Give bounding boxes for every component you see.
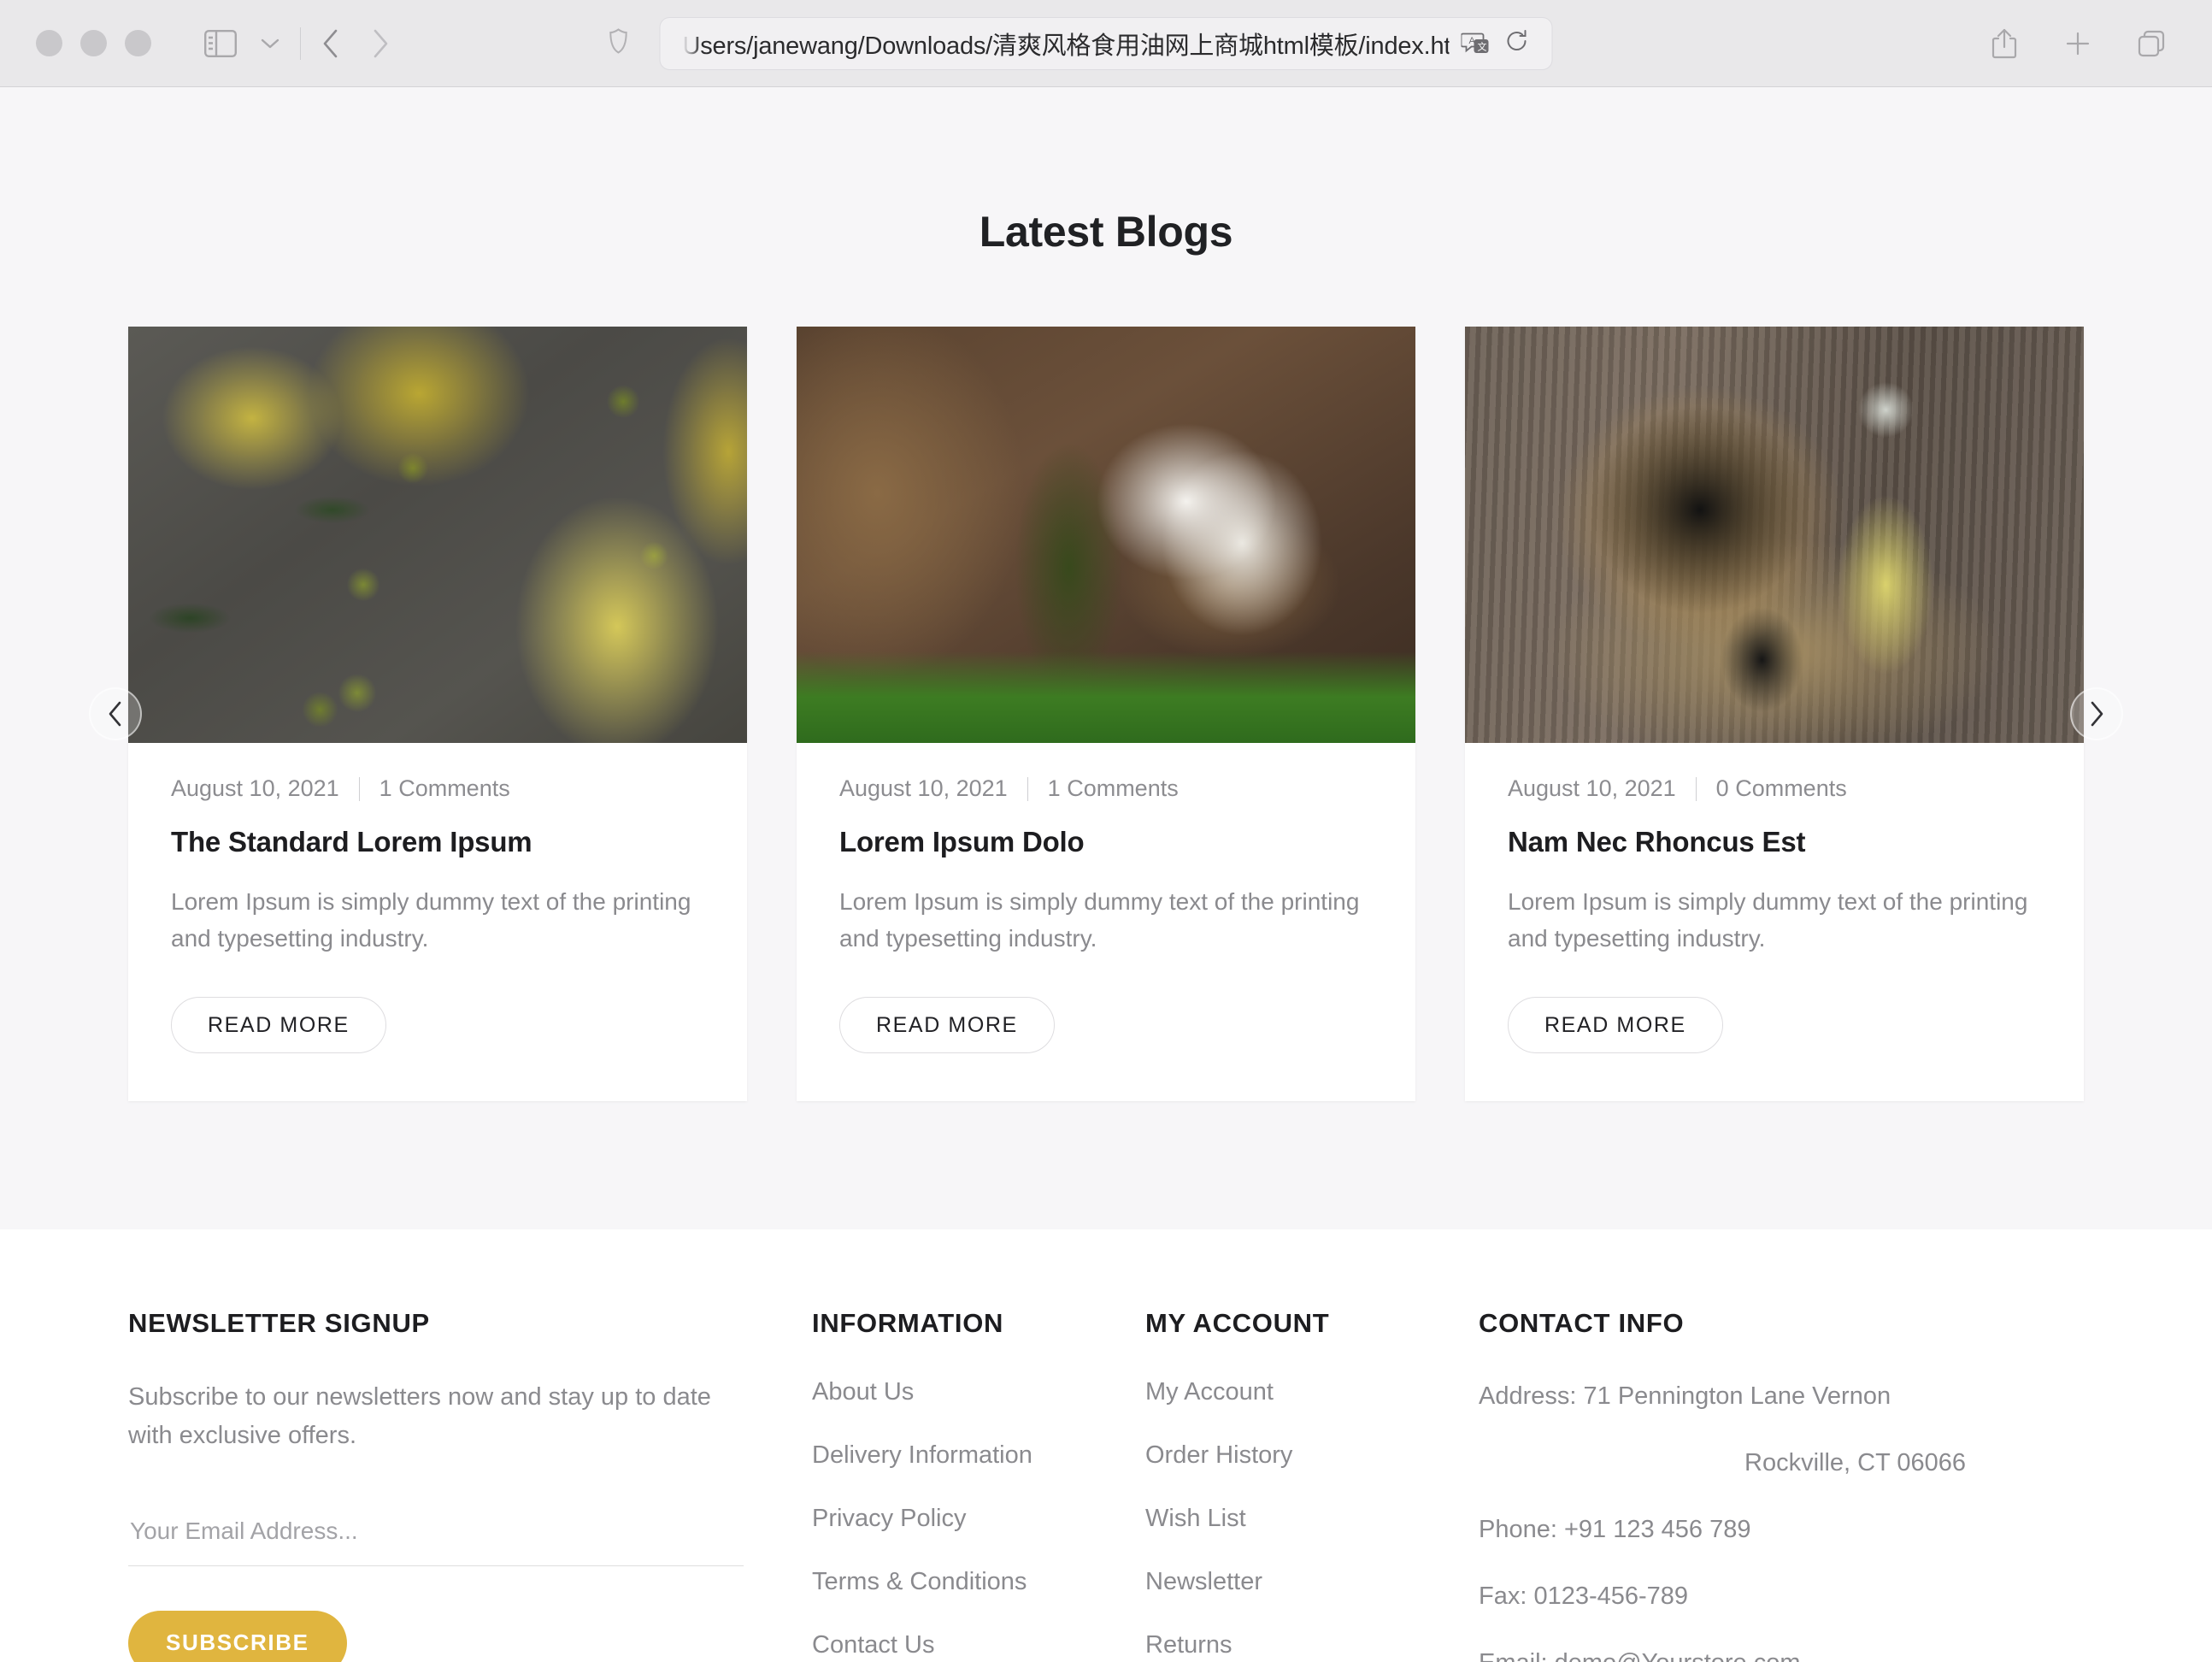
footer-contact-column: CONTACT INFO Address: 71 Pennington Lane… (1479, 1308, 2084, 1662)
footer-link-newsletter[interactable]: Newsletter (1145, 1568, 1479, 1596)
blog-card[interactable]: August 10, 2021 1 Comments The Standard … (128, 327, 747, 1102)
shield-icon (609, 28, 628, 58)
sidebar-toggle-icon[interactable] (196, 19, 245, 68)
email-field[interactable] (128, 1507, 744, 1566)
chevron-down-icon[interactable] (245, 19, 295, 68)
address-bar[interactable]: Users/janewang/Downloads/清爽风格食用油网上商城html… (609, 16, 1553, 70)
maximize-window-button[interactable] (125, 30, 151, 56)
footer-link-order-history[interactable]: Order History (1145, 1441, 1479, 1470)
carousel-prev-button[interactable] (89, 687, 142, 741)
read-more-button[interactable]: READ MORE (171, 997, 386, 1054)
back-arrow-icon[interactable] (306, 19, 356, 68)
blog-card-comments: 0 Comments (1715, 775, 1847, 801)
contact-phone: Phone: +91 123 456 789 (1479, 1516, 1751, 1544)
footer-link-about-us[interactable]: About Us (812, 1378, 1145, 1406)
footer-my-account-column: MY ACCOUNT My Account Order History Wish… (1145, 1308, 1479, 1662)
contact-info-heading: CONTACT INFO (1479, 1308, 1685, 1339)
blog-card-excerpt: Lorem Ipsum is simply dummy text of the … (1508, 888, 2028, 952)
meta-divider (1695, 776, 1697, 801)
blog-card-meta: August 10, 2021 1 Comments (171, 775, 704, 802)
svg-text:文: 文 (1478, 40, 1487, 52)
reload-icon[interactable] (1504, 28, 1530, 58)
meta-divider (1027, 776, 1028, 801)
blog-carousel: August 10, 2021 1 Comments The Standard … (89, 327, 2123, 1102)
footer-link-terms-conditions[interactable]: Terms & Conditions (812, 1568, 1145, 1596)
blog-card-date: August 10, 2021 (171, 775, 339, 801)
read-more-button[interactable]: READ MORE (1508, 997, 1723, 1054)
blog-card-title[interactable]: The Standard Lorem Ipsum (171, 826, 704, 858)
blog-card-image (1465, 327, 2084, 743)
footer-information-column: INFORMATION About Us Delivery Informatio… (812, 1308, 1145, 1662)
my-account-heading: MY ACCOUNT (1145, 1308, 1330, 1339)
page-content: Latest Blogs August 10, 2021 1 Comments … (0, 87, 2212, 1662)
toolbar-divider (300, 27, 301, 60)
carousel-next-button[interactable] (2070, 687, 2123, 741)
subscribe-button[interactable]: SUBSCRIBE (128, 1610, 347, 1662)
footer-link-privacy-policy[interactable]: Privacy Policy (812, 1505, 1145, 1533)
information-heading: INFORMATION (812, 1308, 1004, 1339)
footer-link-returns[interactable]: Returns (1145, 1631, 1479, 1659)
translate-icon[interactable]: A 文 (1460, 31, 1491, 56)
minimize-window-button[interactable] (80, 30, 107, 56)
contact-address-line1: Address: 71 Pennington Lane Vernon (1479, 1382, 1891, 1411)
blog-card-comments: 1 Comments (379, 775, 510, 801)
blog-card[interactable]: August 10, 2021 0 Comments Nam Nec Rhonc… (1465, 327, 2084, 1102)
footer-link-wish-list[interactable]: Wish List (1145, 1505, 1479, 1533)
share-icon[interactable] (1980, 19, 2029, 68)
latest-blogs-section: Latest Blogs August 10, 2021 1 Comments … (0, 87, 2212, 1230)
footer-link-my-account[interactable]: My Account (1145, 1378, 1479, 1406)
contact-fax: Fax: 0123-456-789 (1479, 1582, 1689, 1611)
blog-card-title[interactable]: Lorem Ipsum Dolo (839, 826, 1373, 858)
footer-newsletter-column: NEWSLETTER SIGNUP Subscribe to our newsl… (128, 1308, 812, 1662)
tab-overview-icon[interactable] (2127, 19, 2176, 68)
close-window-button[interactable] (36, 30, 62, 56)
blog-card-meta: August 10, 2021 0 Comments (1508, 775, 2041, 802)
blog-card-meta: August 10, 2021 1 Comments (839, 775, 1373, 802)
page-title: Latest Blogs (979, 208, 1233, 256)
contact-address-line2: Rockville, CT 06066 (1744, 1449, 1966, 1477)
blog-card-excerpt: Lorem Ipsum is simply dummy text of the … (171, 888, 691, 952)
footer-link-delivery-information[interactable]: Delivery Information (812, 1441, 1145, 1470)
blog-card-date: August 10, 2021 (1508, 775, 1676, 801)
newsletter-description: Subscribe to our newsletters now and sta… (128, 1383, 711, 1450)
blog-card-image (797, 327, 1415, 743)
contact-email: Email: demo@Yourstore.com (1479, 1645, 2084, 1662)
window-controls[interactable] (36, 30, 151, 56)
url-text: Users/janewang/Downloads/清爽风格食用油网上商城html… (682, 32, 1450, 60)
meta-divider (358, 776, 360, 801)
blog-card-excerpt: Lorem Ipsum is simply dummy text of the … (839, 888, 1360, 952)
blog-card[interactable]: August 10, 2021 1 Comments Lorem Ipsum D… (797, 327, 1415, 1102)
read-more-button[interactable]: READ MORE (839, 997, 1055, 1054)
blog-card-image (128, 327, 747, 743)
forward-arrow-icon[interactable] (356, 19, 405, 68)
browser-toolbar: Users/janewang/Downloads/清爽风格食用油网上商城html… (0, 0, 2212, 87)
new-tab-plus-icon[interactable] (2053, 19, 2103, 68)
newsletter-heading: NEWSLETTER SIGNUP (128, 1308, 430, 1339)
footer-link-contact-us[interactable]: Contact Us (812, 1631, 1145, 1659)
blog-card-comments: 1 Comments (1047, 775, 1179, 801)
site-footer: NEWSLETTER SIGNUP Subscribe to our newsl… (0, 1229, 2212, 1662)
blog-card-title[interactable]: Nam Nec Rhoncus Est (1508, 826, 2041, 858)
blog-card-date: August 10, 2021 (839, 775, 1008, 801)
